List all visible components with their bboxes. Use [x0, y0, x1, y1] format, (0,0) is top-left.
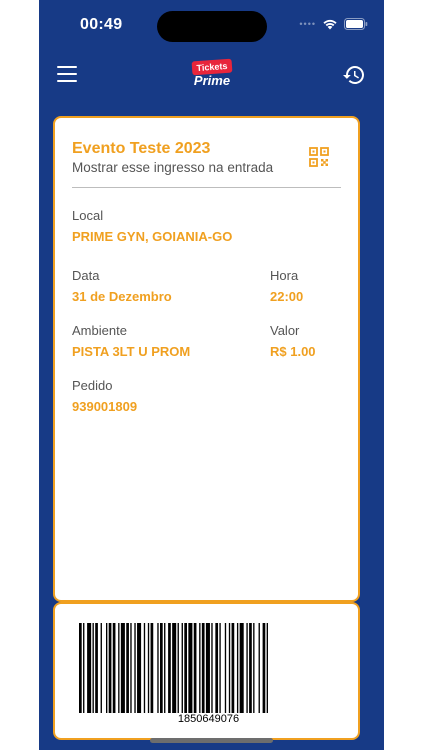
valor-label: Valor	[270, 323, 300, 338]
local-value: PRIME GYN, GOIANIA-GO	[72, 229, 233, 244]
app-screen: 00:49 •••• Tickets Prime Evento Teste 20…	[39, 0, 384, 750]
ambiente-value: PISTA 3LT U PROM	[72, 344, 191, 359]
status-bar: 00:49 ••••	[39, 0, 384, 50]
home-indicator	[150, 738, 273, 743]
event-subtitle: Mostrar esse ingresso na entrada	[72, 160, 274, 175]
divider	[72, 187, 341, 188]
status-time: 00:49	[80, 16, 123, 33]
barcode-number: 1850649076	[177, 713, 240, 725]
menu-icon[interactable]	[57, 66, 81, 84]
signal-dots-icon: ••••	[299, 19, 316, 29]
ticket-card: Evento Teste 2023 Mostrar esse ingresso …	[53, 116, 360, 602]
status-icons: ••••	[299, 17, 368, 31]
tickets-prime-logo: Tickets Prime	[187, 57, 237, 93]
hora-value: 22:00	[270, 289, 304, 304]
history-icon[interactable]	[342, 63, 366, 87]
logo-word: Prime	[193, 73, 231, 88]
dynamic-island	[157, 11, 267, 42]
data-label: Data	[72, 268, 100, 283]
event-title: Evento Teste 2023	[72, 140, 211, 157]
battery-icon	[344, 18, 368, 30]
hora-label: Hora	[270, 268, 299, 283]
data-value: 31 de Dezembro	[72, 289, 172, 304]
valor-value: R$ 1.00	[270, 344, 316, 359]
qr-code-icon[interactable]	[309, 147, 329, 167]
barcode	[79, 623, 268, 713]
local-label: Local	[72, 208, 104, 223]
pedido-label: Pedido	[72, 378, 113, 393]
barcode-stub: 1850649076	[53, 602, 360, 740]
wifi-icon	[323, 19, 337, 30]
pedido-value: 939001809	[72, 399, 138, 414]
ambiente-label: Ambiente	[72, 323, 127, 338]
top-nav: Tickets Prime	[39, 55, 384, 95]
